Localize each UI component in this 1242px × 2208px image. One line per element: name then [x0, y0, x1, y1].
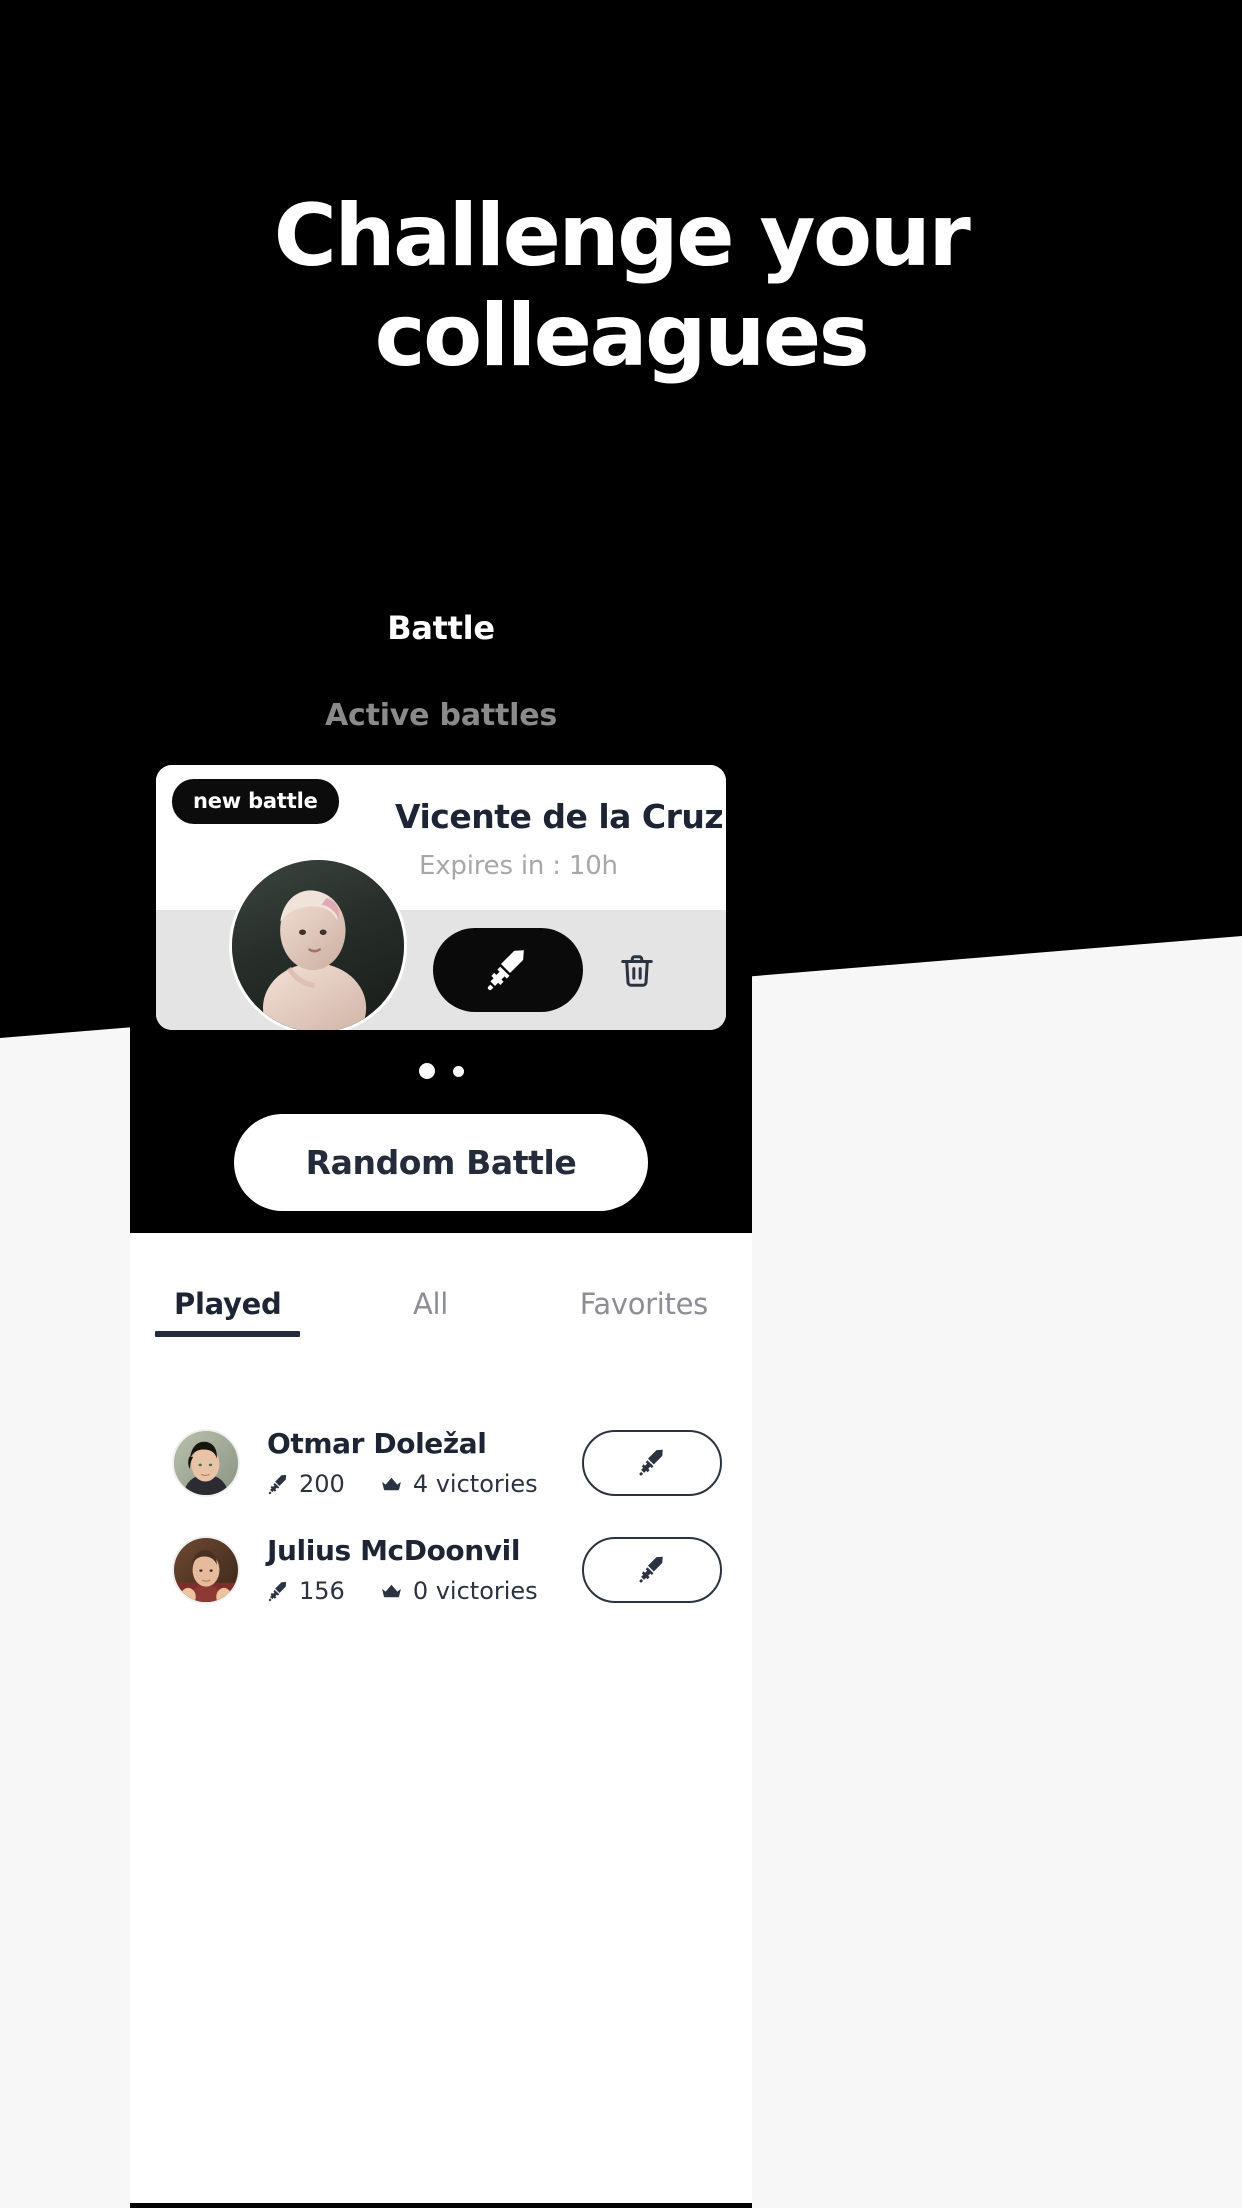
app-light-section: Played All Favorites Otmar Doležal 200 4…: [130, 1233, 752, 2203]
opponent-name: Vicente de la Cruz: [395, 797, 724, 836]
hero-line-2: colleagues: [374, 286, 870, 386]
tab-favorites[interactable]: Favorites: [580, 1287, 709, 1337]
player-stats: 200 4 victories: [267, 1470, 582, 1498]
phone-mockup: Battle Active battles new battle Vicente…: [130, 580, 752, 2208]
player-victories: 4 victories: [412, 1470, 538, 1498]
pagination-dot[interactable]: [452, 1065, 464, 1077]
player-list: Otmar Doležal 200 4 victories Julius McD…: [130, 1409, 752, 1623]
fight-button[interactable]: [582, 1536, 722, 1603]
player-score: 156: [299, 1577, 345, 1605]
avatar: [172, 1428, 240, 1497]
battle-card[interactable]: new battle Vicente de la Cruz Expires in…: [156, 765, 726, 1030]
trash-icon: [621, 955, 653, 987]
sword-icon: [638, 1556, 663, 1583]
delete-battle-button[interactable]: [615, 949, 659, 993]
tab-played[interactable]: Played: [154, 1287, 301, 1337]
tab-bar: Played All Favorites: [130, 1287, 752, 1337]
fight-button[interactable]: [433, 928, 583, 1012]
pagination-dot-active[interactable]: [418, 1063, 435, 1079]
section-subtitle: Active battles: [324, 698, 558, 733]
hero-line-1: Challenge your: [273, 186, 971, 286]
player-score: 200: [299, 1470, 345, 1498]
list-item[interactable]: Julius McDoonvil 156 0 victories: [130, 1516, 752, 1623]
page-title: Battle: [387, 609, 495, 647]
player-name: Julius McDoonvil: [267, 1534, 521, 1567]
fight-button[interactable]: [582, 1429, 722, 1496]
list-item[interactable]: Otmar Doležal 200 4 victories: [130, 1409, 752, 1516]
avatar-image: [232, 860, 404, 1030]
list-item-info: Otmar Doležal 200 4 victories: [267, 1427, 582, 1498]
avatar-image: [174, 1537, 238, 1602]
random-battle-button[interactable]: Random Battle: [234, 1114, 648, 1211]
sword-icon: [268, 1581, 287, 1601]
player-stats: 156 0 victories: [267, 1577, 582, 1605]
crown-icon: [381, 1584, 401, 1597]
avatar-image: [174, 1430, 238, 1495]
crown-icon: [381, 1477, 401, 1490]
app-dark-section: Battle Active battles new battle Vicente…: [130, 580, 752, 1233]
sword-icon: [638, 1449, 663, 1476]
expiry-label: Expires in : 10h: [419, 851, 618, 881]
player-victories: 0 victories: [412, 1577, 538, 1605]
carousel-pagination[interactable]: [130, 1060, 752, 1082]
sword-icon: [268, 1474, 287, 1494]
avatar: [172, 1535, 240, 1604]
avatar: [229, 857, 407, 1030]
sword-icon: [487, 949, 525, 991]
player-name: Otmar Doležal: [267, 1427, 487, 1460]
tab-all[interactable]: All: [413, 1287, 448, 1337]
list-item-info: Julius McDoonvil 156 0 victories: [267, 1534, 582, 1605]
hero-headline: Challenge your colleagues: [0, 186, 1242, 386]
status-badge: new battle: [172, 779, 339, 824]
